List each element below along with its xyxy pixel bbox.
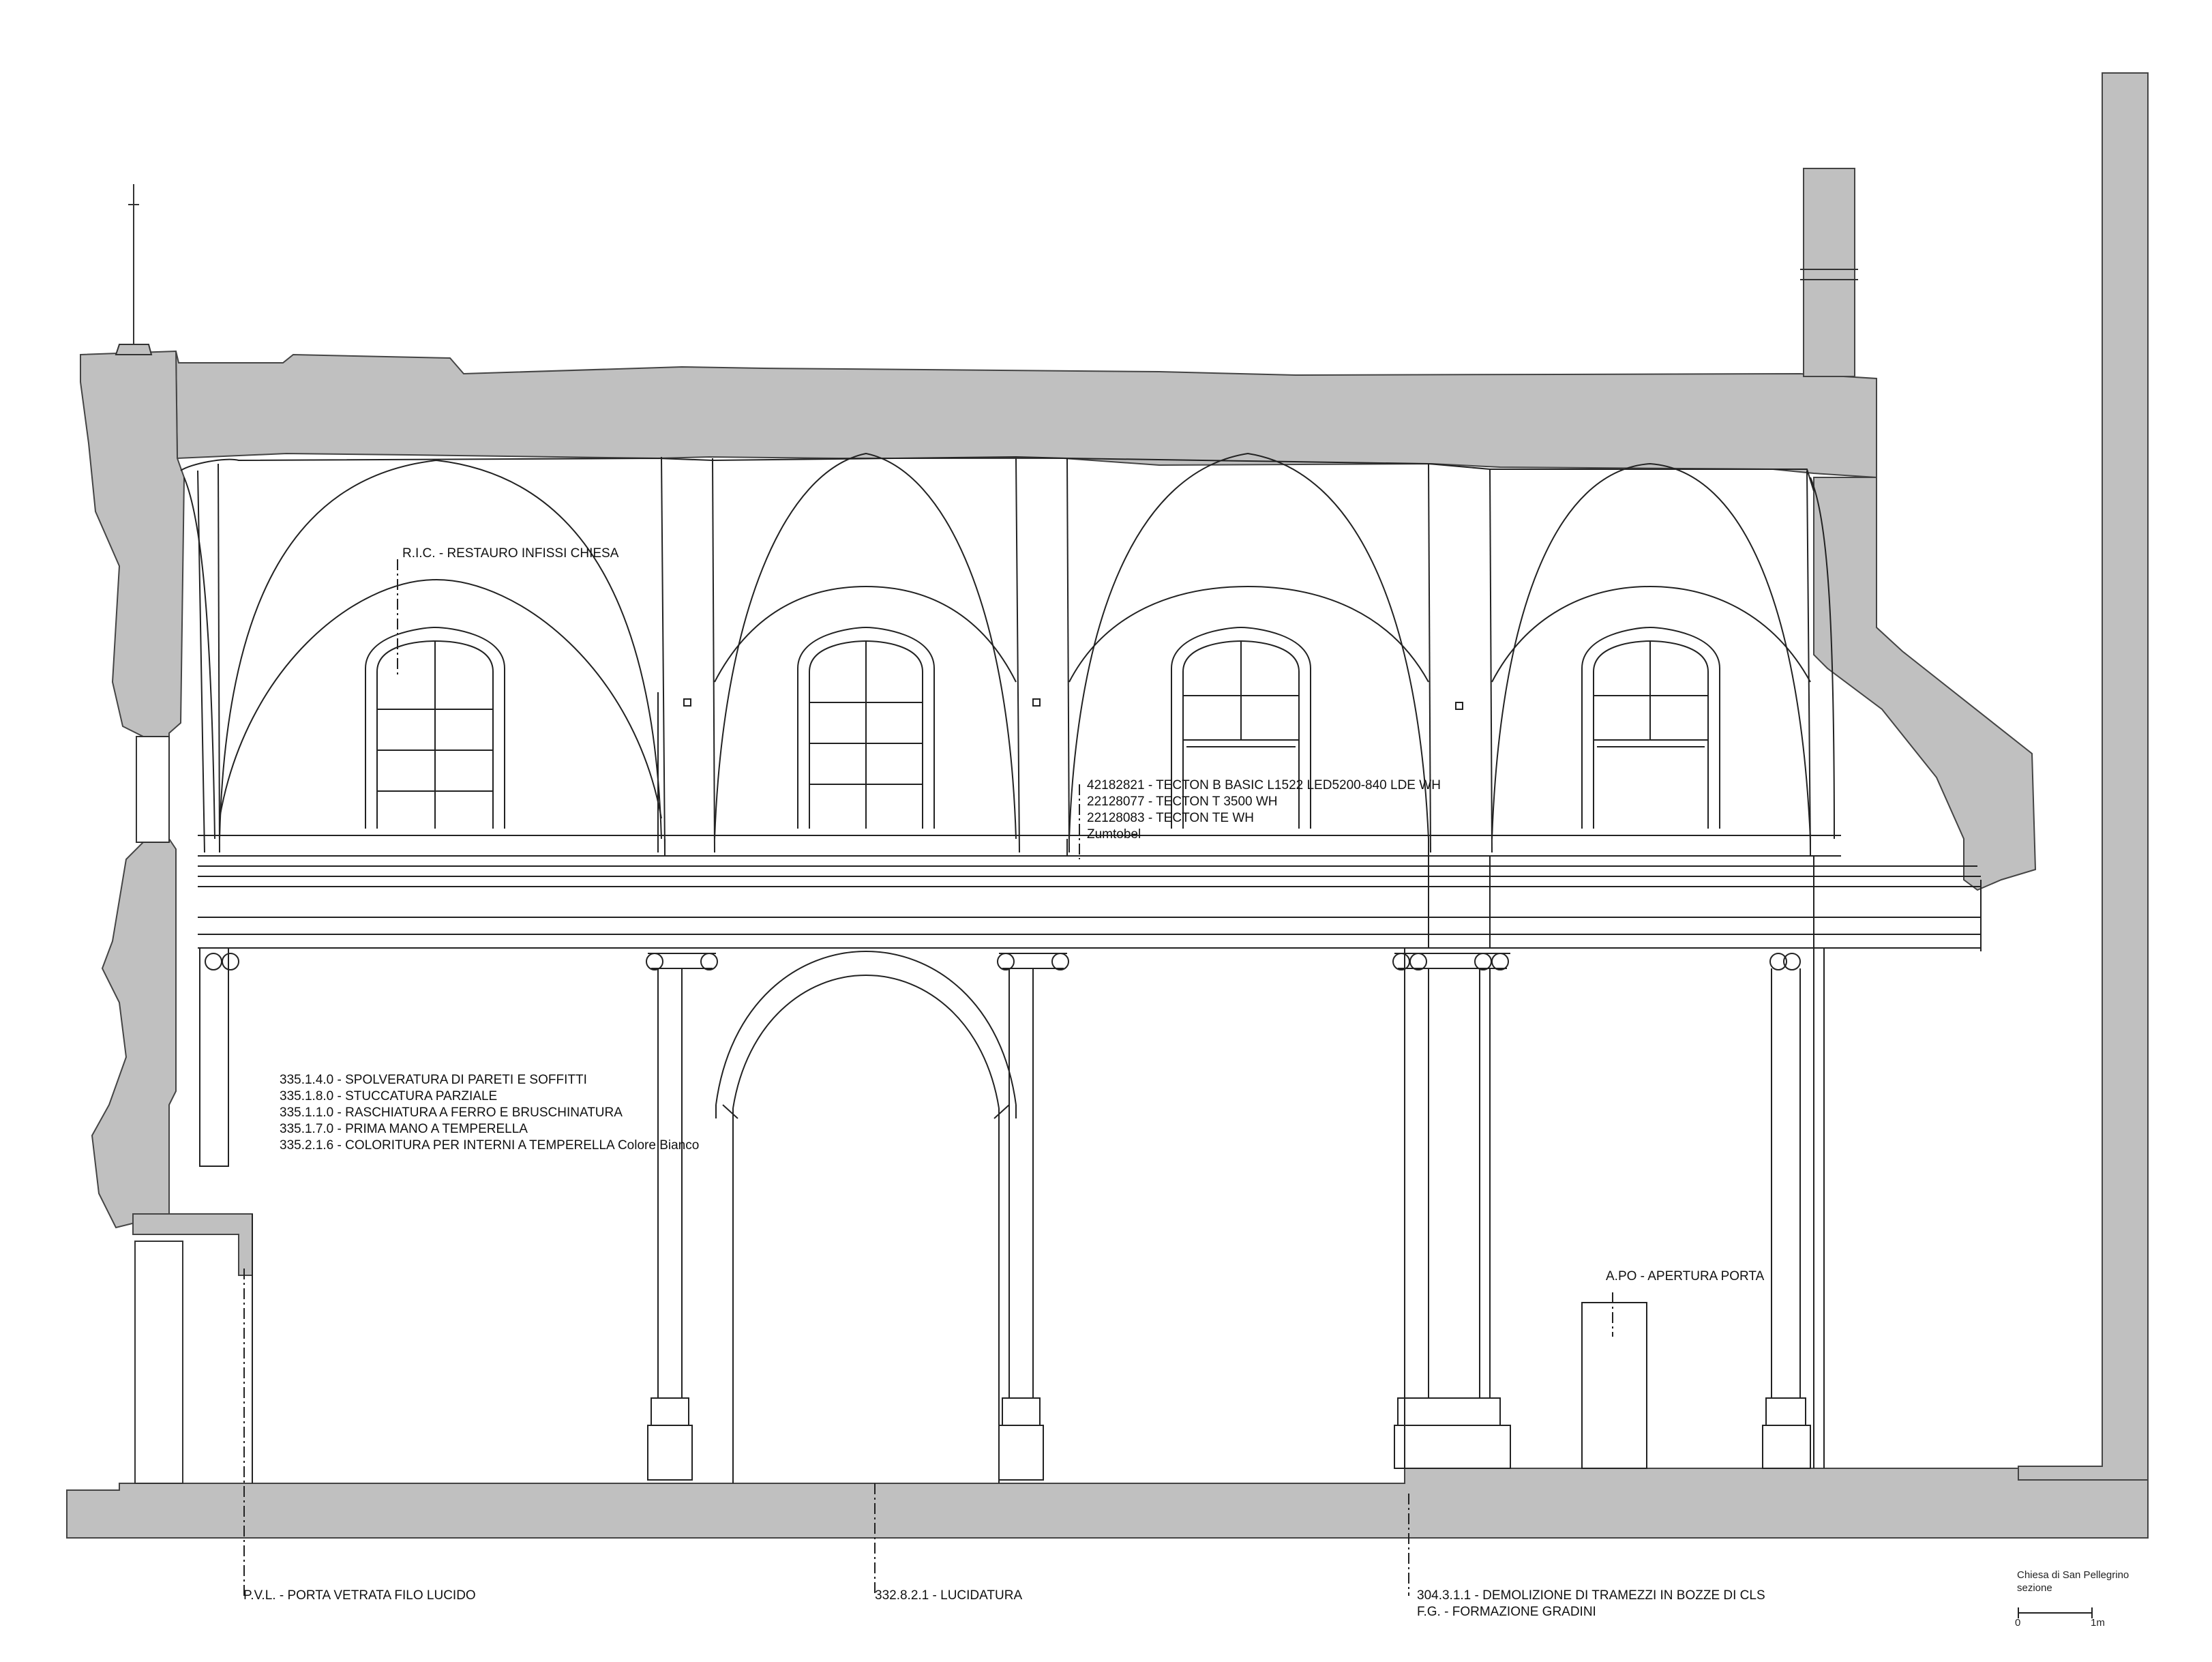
scale-start: 0 [2015, 1617, 2021, 1629]
scale-bar [2018, 1607, 2093, 1618]
title-block: Chiesa di San Pellegrino sezione [2017, 1569, 2129, 1594]
entrance-door-jamb [134, 1241, 183, 1484]
demolizione-line: 304.3.1.1 - DEMOLIZIONE DI TRAMEZZI IN B… [1417, 1588, 1765, 1603]
lighting-line: Zumtobel [1087, 827, 1141, 842]
spire [115, 184, 153, 355]
central-arch [715, 950, 1017, 1483]
left-window-jamb [136, 736, 170, 843]
note-apo: A.PO - APERTURA PORTA [1606, 1269, 1765, 1283]
finish-line: 335.1.4.0 - SPOLVERATURA DI PARETI E SOF… [280, 1073, 587, 1087]
note-pvl: P.V.L. - PORTA VETRATA FILO LUCIDO [243, 1588, 476, 1603]
lighting-line: 42182821 - TECTON B BASIC L1522 LED5200-… [1087, 778, 1441, 792]
note-demolizione: 304.3.1.1 - DEMOLIZIONE DI TRAMEZZI IN B… [1417, 1588, 1765, 1620]
roof-slab [175, 351, 1877, 479]
chimney [1803, 168, 1855, 377]
interior-lines [180, 452, 1982, 1483]
finish-line: 335.1.1.0 - RASCHIATURA A FERRO E BRUSCH… [280, 1105, 623, 1120]
demolizione-line: F.G. - FORMAZIONE GRADINI [1417, 1605, 1596, 1619]
finish-line: 335.1.8.0 - STUCCATURA PARZIALE [280, 1089, 498, 1103]
note-ric: R.I.C. - RESTAURO INFISSI CHIESA [402, 546, 619, 561]
note-finishes: 335.1.4.0 - SPOLVERATURA DI PARETI E SOF… [280, 1072, 699, 1154]
floor-slab [66, 1468, 2149, 1539]
scale-end: 1m [2091, 1617, 2105, 1629]
right-tall-wall [2018, 72, 2149, 1481]
project-name: Chiesa di San Pellegrino [2017, 1569, 2129, 1581]
new-door-opening [1581, 1302, 1647, 1469]
note-lighting: 42182821 - TECTON B BASIC L1522 LED5200-… [1087, 777, 1441, 843]
columns [199, 947, 1825, 1481]
finish-line: 335.1.7.0 - PRIMA MANO A TEMPERELLA [280, 1122, 528, 1136]
clerestory-windows [365, 626, 1720, 829]
finish-line: 335.2.1.6 - COLORITURA PER INTERNI A TEM… [280, 1138, 700, 1153]
view-name: sezione [2017, 1582, 2052, 1594]
lighting-line: 22128083 - TECTON TE WH [1087, 811, 1254, 825]
lighting-line: 22128077 - TECTON T 3500 WH [1087, 795, 1278, 809]
note-lucidatura: 332.8.2.1 - LUCIDATURA [875, 1588, 1023, 1603]
